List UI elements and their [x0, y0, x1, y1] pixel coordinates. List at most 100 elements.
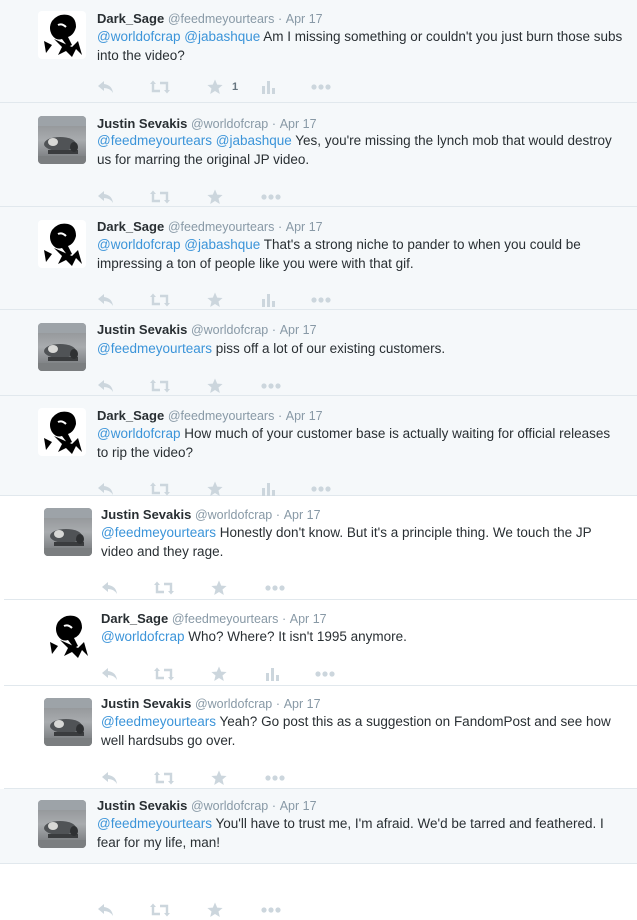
mention-links[interactable]: @worldofcrap	[101, 629, 185, 644]
reply-button[interactable]	[101, 578, 119, 598]
retweet-button[interactable]	[149, 77, 171, 97]
tweet-timestamp[interactable]: Apr 17	[280, 323, 317, 337]
user-fullname[interactable]: Justin Sevakis	[101, 696, 191, 711]
tweet[interactable]: Justin Sevakis @worldofcrap · Apr 17 @fee…	[0, 789, 637, 917]
analytics-button[interactable]	[262, 77, 275, 97]
mention-links[interactable]: @worldofcrap @jabashque	[97, 29, 260, 44]
user-fullname[interactable]: Justin Sevakis	[101, 507, 191, 522]
mention-links[interactable]: @worldofcrap	[97, 426, 181, 441]
avatar[interactable]	[38, 408, 86, 456]
tweet-timestamp[interactable]: Apr 17	[284, 697, 321, 711]
reply-button[interactable]	[97, 900, 115, 920]
retweet-button[interactable]	[149, 290, 171, 310]
reply-button[interactable]	[97, 77, 115, 97]
reply-button[interactable]	[101, 768, 119, 788]
more-button[interactable]	[265, 768, 285, 788]
tweet[interactable]: Justin Sevakis @worldofcrap · Apr 17 @fee…	[0, 103, 637, 207]
favorite-button[interactable]	[207, 900, 223, 920]
avatar[interactable]	[44, 508, 92, 556]
retweet-button[interactable]	[149, 376, 171, 396]
avatar[interactable]	[38, 11, 86, 59]
user-fullname[interactable]: Justin Sevakis	[97, 798, 187, 813]
user-fullname[interactable]: Justin Sevakis	[97, 322, 187, 337]
mention-links[interactable]: @feedmeyourtears	[101, 714, 216, 729]
mention-links[interactable]: @feedmeyourtears	[97, 816, 212, 831]
more-button[interactable]	[261, 376, 281, 396]
tweet-header: Justin Sevakis @worldofcrap · Apr 17	[97, 115, 317, 133]
user-handle[interactable]: @worldofcrap	[195, 697, 272, 711]
user-fullname[interactable]: Dark_Sage	[97, 219, 164, 234]
tweet[interactable]: Justin Sevakis @worldofcrap · Apr 17 @fee…	[4, 496, 637, 600]
tweet-timestamp[interactable]: Apr 17	[284, 508, 321, 522]
reply-button[interactable]	[97, 376, 115, 396]
more-icon	[311, 84, 331, 90]
more-button[interactable]	[265, 578, 285, 598]
user-handle[interactable]: @worldofcrap	[191, 117, 268, 131]
reply-button[interactable]	[97, 187, 115, 207]
tweet[interactable]: Dark_Sage @feedmeyourtears · Apr 17 @worl…	[0, 396, 637, 496]
avatar[interactable]	[44, 612, 92, 660]
tweet[interactable]: Dark_Sage @feedmeyourtears · Apr 17 @worl…	[0, 207, 637, 310]
tweet[interactable]: Justin Sevakis @worldofcrap · Apr 17 @fee…	[0, 310, 637, 396]
user-handle[interactable]: @feedmeyourtears	[168, 220, 275, 234]
user-fullname[interactable]: Dark_Sage	[97, 11, 164, 26]
tweet[interactable]: Dark_Sage @feedmeyourtears · Apr 17 @worl…	[4, 600, 637, 686]
reply-button[interactable]	[101, 664, 119, 684]
retweet-button[interactable]	[149, 900, 171, 920]
more-button[interactable]	[261, 900, 281, 920]
tweet-actions	[97, 900, 397, 920]
mention-links[interactable]: @feedmeyourtears	[97, 341, 212, 356]
user-handle[interactable]: @feedmeyourtears	[172, 612, 279, 626]
reply-button[interactable]	[97, 290, 115, 310]
favorite-button[interactable]	[207, 376, 223, 396]
star-icon	[211, 580, 227, 596]
user-handle[interactable]: @worldofcrap	[195, 508, 272, 522]
avatar[interactable]	[38, 220, 86, 268]
analytics-button[interactable]	[266, 664, 279, 684]
tweet-header: Justin Sevakis @worldofcrap · Apr 17	[101, 506, 321, 524]
mention-links[interactable]: @worldofcrap @jabashque	[97, 237, 260, 252]
tweet-actions	[101, 664, 401, 684]
avatar[interactable]	[38, 116, 86, 164]
retweet-button[interactable]	[153, 664, 175, 684]
retweet-button[interactable]	[153, 578, 175, 598]
avatar[interactable]	[38, 800, 86, 848]
tweet-timestamp[interactable]: Apr 17	[286, 220, 323, 234]
tweet-text: @worldofcrap @jabashque Am I missing som…	[97, 28, 625, 65]
favorite-button[interactable]	[211, 578, 227, 598]
avatar[interactable]	[44, 698, 92, 746]
more-button[interactable]	[311, 77, 331, 97]
tweet-timestamp[interactable]: Apr 17	[290, 612, 327, 626]
user-handle[interactable]: @feedmeyourtears	[168, 409, 275, 423]
user-handle[interactable]: @worldofcrap	[191, 799, 268, 813]
tweet-body: Who? Where? It isn't 1995 anymore.	[184, 629, 407, 644]
favorite-button[interactable]	[211, 768, 227, 788]
mention-links[interactable]: @feedmeyourtears @jabashque	[97, 133, 292, 148]
user-fullname[interactable]: Justin Sevakis	[97, 116, 187, 131]
favorite-button[interactable]: 1	[207, 77, 238, 97]
tweet-timestamp[interactable]: Apr 17	[286, 409, 323, 423]
user-handle[interactable]: @worldofcrap	[191, 323, 268, 337]
tweet-timestamp[interactable]: Apr 17	[286, 12, 323, 26]
reply-icon	[101, 771, 119, 785]
tweet-timestamp[interactable]: Apr 17	[280, 799, 317, 813]
user-fullname[interactable]: Dark_Sage	[97, 408, 164, 423]
avatar[interactable]	[38, 323, 86, 371]
user-handle[interactable]: @feedmeyourtears	[168, 12, 275, 26]
tweet-timestamp[interactable]: Apr 17	[280, 117, 317, 131]
retweet-button[interactable]	[153, 768, 175, 788]
more-button[interactable]	[315, 664, 335, 684]
user-fullname[interactable]: Dark_Sage	[101, 611, 168, 626]
more-button[interactable]	[261, 187, 281, 207]
tweet[interactable]: Dark_Sage @feedmeyourtears · Apr 17 @worl…	[0, 0, 637, 103]
tweet-actions	[97, 290, 397, 310]
tweet[interactable]: Justin Sevakis @worldofcrap · Apr 17 @fee…	[4, 686, 637, 789]
favorite-button[interactable]	[211, 664, 227, 684]
favorite-button[interactable]	[207, 187, 223, 207]
retweet-button[interactable]	[149, 187, 171, 207]
analytics-button[interactable]	[262, 290, 275, 310]
more-button[interactable]	[311, 290, 331, 310]
more-icon	[261, 194, 281, 200]
mention-links[interactable]: @feedmeyourtears	[101, 525, 216, 540]
favorite-button[interactable]	[207, 290, 223, 310]
